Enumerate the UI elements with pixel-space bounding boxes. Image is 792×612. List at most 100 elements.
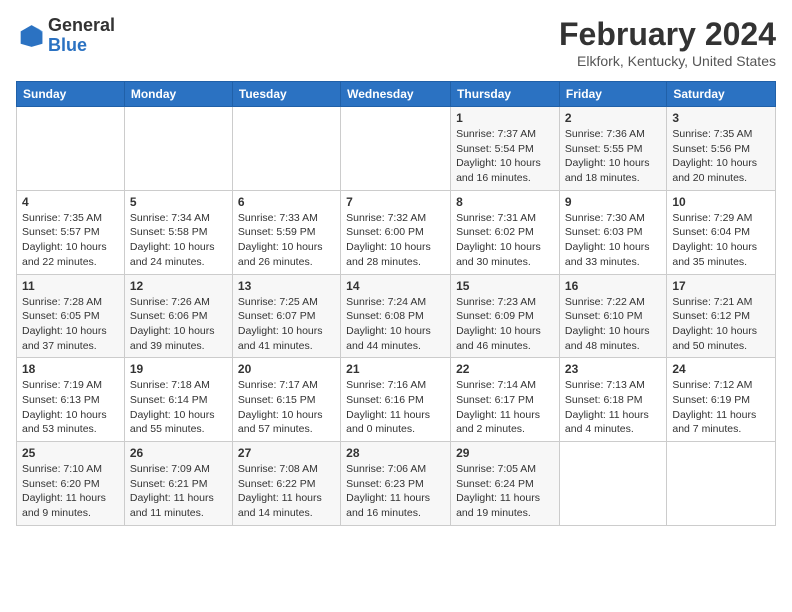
day-info: Sunrise: 7:24 AMSunset: 6:08 PMDaylight:… [346, 295, 445, 354]
calendar-week-row: 18Sunrise: 7:19 AMSunset: 6:13 PMDayligh… [17, 358, 776, 442]
calendar-week-row: 25 Sunrise: 7:10 AMSunset: 6:20 PMDayligh… [17, 442, 776, 526]
weekday-header-cell: Friday [559, 82, 666, 107]
calendar-day-cell: 5 Sunrise: 7:34 AMSunset: 5:58 PMDaylight… [124, 190, 232, 274]
calendar-day-cell: 1 Sunrise: 7:37 AMSunset: 5:54 PMDaylight… [451, 107, 560, 191]
day-info: Sunrise: 7:23 AMSunset: 6:09 PMDaylight:… [456, 295, 554, 354]
day-number: 14 [346, 279, 445, 293]
day-number: 2 [565, 111, 661, 125]
day-number: 29 [456, 446, 554, 460]
day-info: Sunrise: 7:35 AMSunset: 5:57 PMDaylight:… [22, 211, 119, 270]
calendar-day-cell: 27 Sunrise: 7:08 AMSunset: 6:22 PMDayligh… [232, 442, 340, 526]
day-number: 1 [456, 111, 554, 125]
day-number: 19 [130, 362, 227, 376]
calendar-day-cell: 14 Sunrise: 7:24 AMSunset: 6:08 PMDayligh… [341, 274, 451, 358]
day-info: Sunrise: 7:06 AMSunset: 6:23 PMDaylight:… [346, 462, 445, 521]
calendar-day-cell [232, 107, 340, 191]
calendar-day-cell: 29 Sunrise: 7:05 AMSunset: 6:24 PMDayligh… [451, 442, 560, 526]
day-number: 18 [22, 362, 119, 376]
day-info: Sunrise: 7:25 AMSunset: 6:07 PMDaylight:… [238, 295, 335, 354]
day-number: 10 [672, 195, 770, 209]
day-info: Sunrise: 7:13 AMSunset: 6:18 PMDaylight:… [565, 378, 661, 437]
weekday-header-cell: Thursday [451, 82, 560, 107]
calendar-day-cell [559, 442, 666, 526]
day-info: Sunrise: 7:09 AMSunset: 6:21 PMDaylight:… [130, 462, 227, 521]
calendar-day-cell: 3Sunrise: 7:35 AMSunset: 5:56 PMDaylight… [667, 107, 776, 191]
day-number: 16 [565, 279, 661, 293]
day-info: Sunrise: 7:28 AMSunset: 6:05 PMDaylight:… [22, 295, 119, 354]
calendar-day-cell: 11 Sunrise: 7:28 AMSunset: 6:05 PMDayligh… [17, 274, 125, 358]
logo: General Blue [16, 16, 115, 56]
day-number: 6 [238, 195, 335, 209]
calendar-day-cell: 25 Sunrise: 7:10 AMSunset: 6:20 PMDayligh… [17, 442, 125, 526]
title-block: February 2024 Elkfork, Kentucky, United … [559, 16, 776, 69]
day-number: 25 [22, 446, 119, 460]
day-number: 12 [130, 279, 227, 293]
day-info: Sunrise: 7:05 AMSunset: 6:24 PMDaylight:… [456, 462, 554, 521]
day-info: Sunrise: 7:34 AMSunset: 5:58 PMDaylight:… [130, 211, 227, 270]
calendar-day-cell: 24 Sunrise: 7:12 AMSunset: 6:19 PMDayligh… [667, 358, 776, 442]
calendar-day-cell: 6 Sunrise: 7:33 AMSunset: 5:59 PMDaylight… [232, 190, 340, 274]
day-number: 24 [672, 362, 770, 376]
calendar-day-cell: 18Sunrise: 7:19 AMSunset: 6:13 PMDayligh… [17, 358, 125, 442]
day-info: Sunrise: 7:26 AMSunset: 6:06 PMDaylight:… [130, 295, 227, 354]
weekday-header-cell: Sunday [17, 82, 125, 107]
day-info: Sunrise: 7:37 AMSunset: 5:54 PMDaylight:… [456, 127, 554, 186]
weekday-header-cell: Monday [124, 82, 232, 107]
calendar-subtitle: Elkfork, Kentucky, United States [559, 53, 776, 69]
calendar-day-cell: 4 Sunrise: 7:35 AMSunset: 5:57 PMDaylight… [17, 190, 125, 274]
day-number: 28 [346, 446, 445, 460]
day-number: 15 [456, 279, 554, 293]
day-info: Sunrise: 7:18 AMSunset: 6:14 PMDaylight:… [130, 378, 227, 437]
calendar-day-cell: 20 Sunrise: 7:17 AMSunset: 6:15 PMDayligh… [232, 358, 340, 442]
day-number: 9 [565, 195, 661, 209]
day-info: Sunrise: 7:08 AMSunset: 6:22 PMDaylight:… [238, 462, 335, 521]
weekday-header-row: SundayMondayTuesdayWednesdayThursdayFrid… [17, 82, 776, 107]
calendar-day-cell: 21 Sunrise: 7:16 AMSunset: 6:16 PMDayligh… [341, 358, 451, 442]
weekday-header-cell: Wednesday [341, 82, 451, 107]
day-info: Sunrise: 7:35 AMSunset: 5:56 PMDaylight:… [672, 127, 770, 186]
weekday-header-cell: Saturday [667, 82, 776, 107]
calendar-week-row: 4 Sunrise: 7:35 AMSunset: 5:57 PMDaylight… [17, 190, 776, 274]
page-header: General Blue February 2024 Elkfork, Kent… [16, 16, 776, 69]
day-number: 4 [22, 195, 119, 209]
day-number: 21 [346, 362, 445, 376]
day-info: Sunrise: 7:17 AMSunset: 6:15 PMDaylight:… [238, 378, 335, 437]
day-number: 20 [238, 362, 335, 376]
day-number: 26 [130, 446, 227, 460]
day-info: Sunrise: 7:16 AMSunset: 6:16 PMDaylight:… [346, 378, 445, 437]
calendar-day-cell: 13 Sunrise: 7:25 AMSunset: 6:07 PMDayligh… [232, 274, 340, 358]
calendar-day-cell: 26 Sunrise: 7:09 AMSunset: 6:21 PMDayligh… [124, 442, 232, 526]
calendar-body: 1 Sunrise: 7:37 AMSunset: 5:54 PMDaylight… [17, 107, 776, 526]
day-info: Sunrise: 7:36 AMSunset: 5:55 PMDaylight:… [565, 127, 661, 186]
logo-text: General Blue [48, 16, 115, 56]
calendar-day-cell [667, 442, 776, 526]
day-info: Sunrise: 7:12 AMSunset: 6:19 PMDaylight:… [672, 378, 770, 437]
day-info: Sunrise: 7:29 AMSunset: 6:04 PMDaylight:… [672, 211, 770, 270]
day-number: 23 [565, 362, 661, 376]
day-number: 5 [130, 195, 227, 209]
day-info: Sunrise: 7:14 AMSunset: 6:17 PMDaylight:… [456, 378, 554, 437]
calendar-day-cell: 17Sunrise: 7:21 AMSunset: 6:12 PMDayligh… [667, 274, 776, 358]
calendar-day-cell: 8 Sunrise: 7:31 AMSunset: 6:02 PMDaylight… [451, 190, 560, 274]
calendar-day-cell: 22Sunrise: 7:14 AMSunset: 6:17 PMDayligh… [451, 358, 560, 442]
calendar-day-cell [124, 107, 232, 191]
day-info: Sunrise: 7:10 AMSunset: 6:20 PMDaylight:… [22, 462, 119, 521]
calendar-day-cell: 2 Sunrise: 7:36 AMSunset: 5:55 PMDaylight… [559, 107, 666, 191]
calendar-day-cell [341, 107, 451, 191]
day-number: 27 [238, 446, 335, 460]
calendar-day-cell: 10 Sunrise: 7:29 AMSunset: 6:04 PMDayligh… [667, 190, 776, 274]
calendar-title: February 2024 [559, 16, 776, 53]
calendar-week-row: 1 Sunrise: 7:37 AMSunset: 5:54 PMDaylight… [17, 107, 776, 191]
day-number: 11 [22, 279, 119, 293]
calendar-table: SundayMondayTuesdayWednesdayThursdayFrid… [16, 81, 776, 526]
day-info: Sunrise: 7:31 AMSunset: 6:02 PMDaylight:… [456, 211, 554, 270]
day-number: 8 [456, 195, 554, 209]
day-info: Sunrise: 7:33 AMSunset: 5:59 PMDaylight:… [238, 211, 335, 270]
logo-icon [16, 22, 44, 50]
calendar-day-cell: 15 Sunrise: 7:23 AMSunset: 6:09 PMDayligh… [451, 274, 560, 358]
calendar-day-cell: 23 Sunrise: 7:13 AMSunset: 6:18 PMDayligh… [559, 358, 666, 442]
day-info: Sunrise: 7:22 AMSunset: 6:10 PMDaylight:… [565, 295, 661, 354]
calendar-day-cell: 19 Sunrise: 7:18 AMSunset: 6:14 PMDayligh… [124, 358, 232, 442]
calendar-day-cell: 16 Sunrise: 7:22 AMSunset: 6:10 PMDayligh… [559, 274, 666, 358]
day-number: 13 [238, 279, 335, 293]
